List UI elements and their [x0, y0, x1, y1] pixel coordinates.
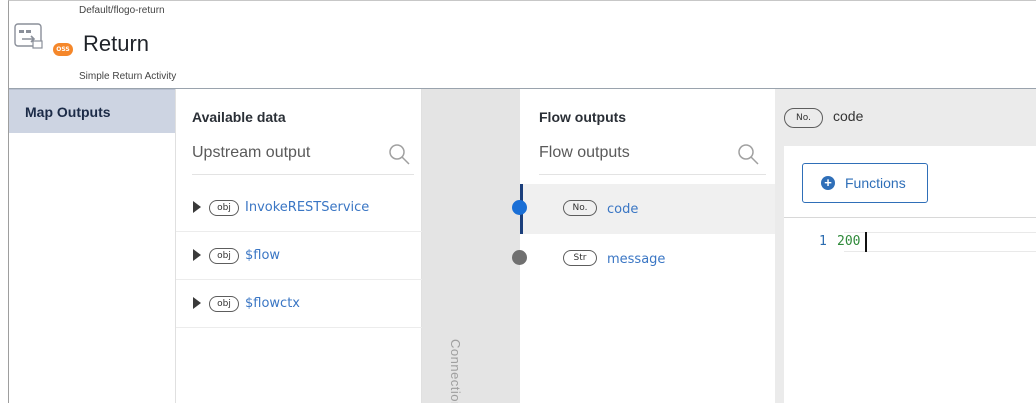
mapped-indicator-dot[interactable]	[512, 200, 527, 215]
upstream-search-input[interactable]	[192, 144, 372, 162]
flow-outputs-search	[539, 139, 766, 175]
search-icon[interactable]	[388, 143, 410, 165]
tree-item[interactable]: obj $flow	[176, 232, 422, 280]
tree-item[interactable]: obj $flowctx	[176, 280, 422, 328]
app-frame: OSS Default/flogo-return Return Simple R…	[8, 0, 1036, 403]
flow-output-label[interactable]: code	[607, 202, 638, 217]
search-icon[interactable]	[737, 143, 759, 165]
nav-item-map-outputs[interactable]: Map Outputs	[9, 89, 175, 133]
type-pill: obj	[209, 296, 239, 312]
text-cursor	[865, 232, 867, 252]
activity-subtitle: Simple Return Activity	[79, 71, 177, 82]
mapping-editor: No. code + Functions 1 200	[775, 89, 1036, 403]
type-pill: obj	[209, 200, 239, 216]
code-line[interactable]: 1 200	[784, 232, 1036, 252]
type-pill: Str	[563, 250, 597, 266]
target-type-pill: No.	[784, 108, 823, 128]
flow-outputs-title: Flow outputs	[539, 109, 627, 125]
plus-circle-icon: +	[821, 176, 835, 190]
available-data-panel: Available data obj InvokeRESTService obj…	[176, 89, 422, 403]
left-nav: Map Outputs	[9, 89, 176, 403]
tree-item-label[interactable]: $flowctx	[245, 296, 300, 311]
breadcrumb[interactable]: Default/flogo-return	[79, 5, 165, 16]
expand-caret-icon[interactable]	[193, 201, 201, 213]
flow-output-row[interactable]: Str message	[520, 234, 775, 284]
tree-item[interactable]: obj InvokeRESTService	[176, 184, 422, 232]
type-pill: obj	[209, 248, 239, 264]
editor-target-name: code	[833, 108, 864, 124]
expand-caret-icon[interactable]	[193, 297, 201, 309]
type-pill: No.	[563, 200, 597, 216]
return-activity-icon	[14, 23, 43, 49]
functions-button[interactable]: + Functions	[802, 163, 928, 203]
line-number: 1	[819, 234, 827, 249]
connections-label: Connections	[448, 339, 463, 403]
available-data-title: Available data	[192, 109, 286, 125]
flow-output-row[interactable]: No. code	[520, 184, 775, 234]
tree-item-label[interactable]: $flow	[245, 248, 280, 263]
flow-outputs-search-input[interactable]	[539, 144, 719, 162]
connections-lane: Connections	[422, 89, 520, 403]
code-expression[interactable]: 200	[837, 234, 860, 249]
upstream-search	[192, 139, 414, 175]
current-line-highlight	[844, 232, 1036, 252]
page-title: Return	[83, 31, 150, 56]
unmapped-indicator-dot[interactable]	[512, 250, 527, 265]
expand-caret-icon[interactable]	[193, 249, 201, 261]
editor-toolbar: + Functions	[784, 146, 1036, 218]
editor-header: No. code	[775, 89, 1036, 146]
functions-button-label: Functions	[845, 175, 906, 191]
flow-output-label[interactable]: message	[607, 252, 665, 267]
flow-outputs-panel: Flow outputs No. code Str message	[520, 89, 775, 403]
oss-badge: OSS	[53, 43, 73, 56]
tree-item-label[interactable]: InvokeRESTService	[245, 200, 369, 215]
activity-header: OSS Default/flogo-return Return Simple R…	[9, 1, 1036, 89]
editor-body: + Functions 1 200	[784, 146, 1036, 403]
